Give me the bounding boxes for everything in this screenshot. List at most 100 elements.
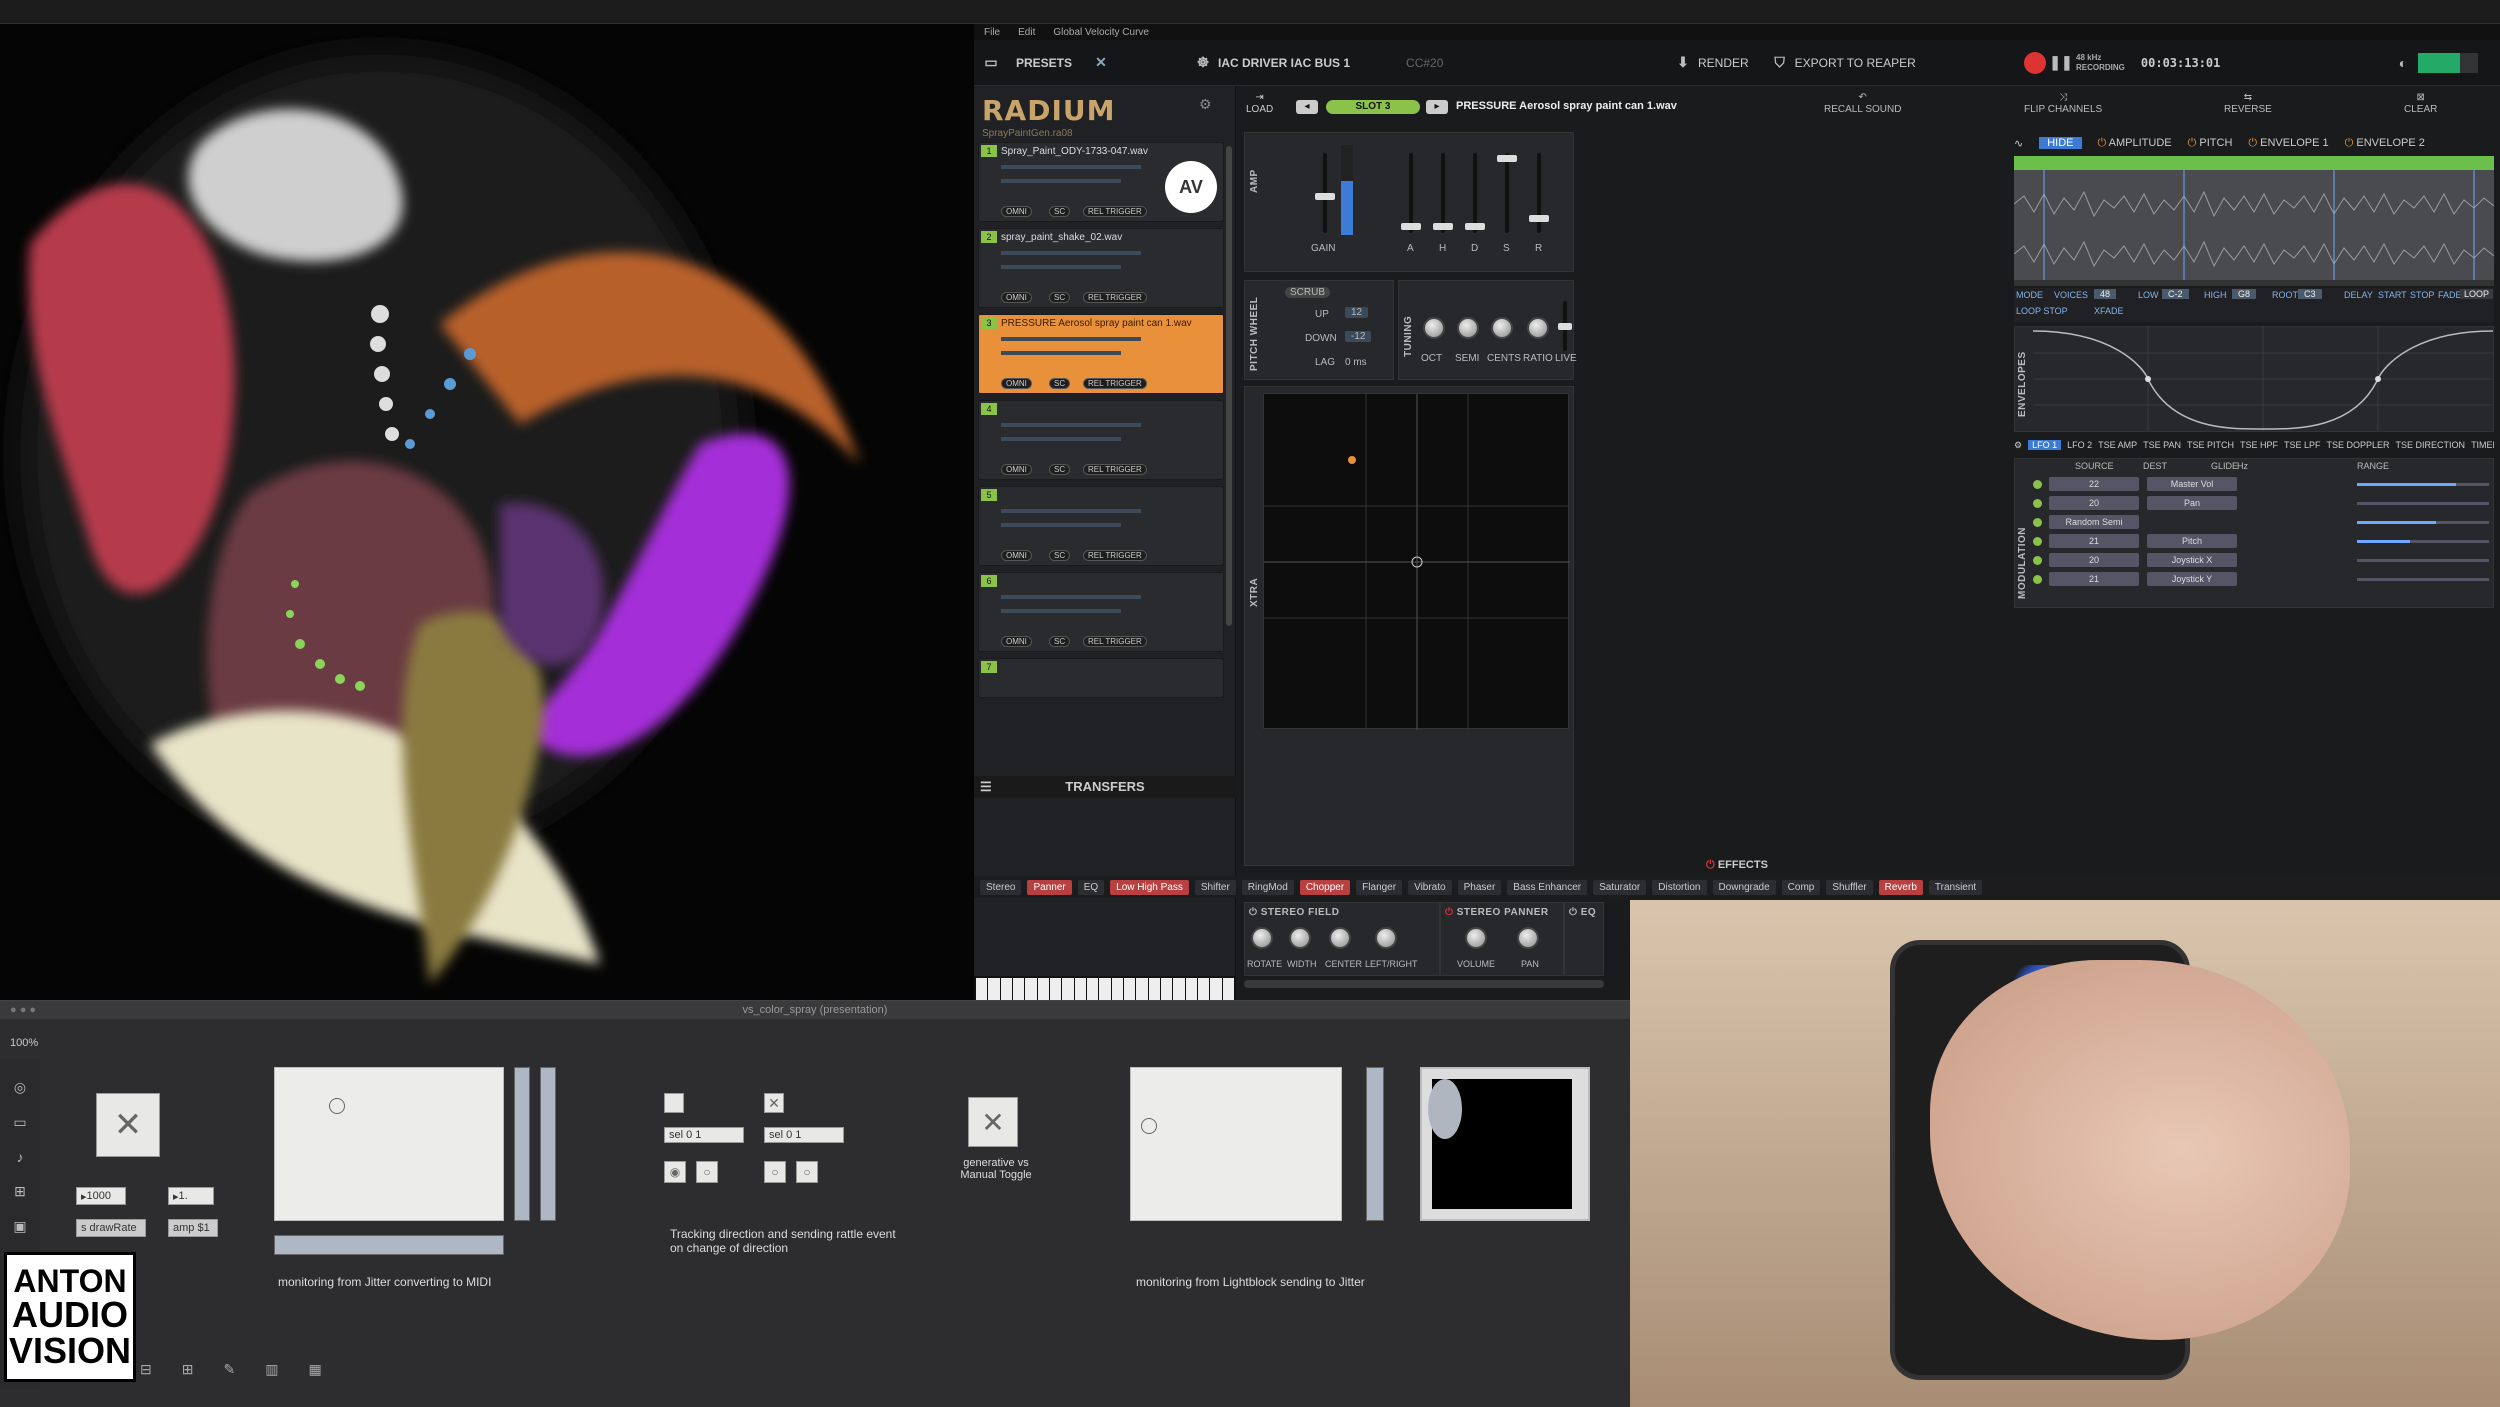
slot-slider[interactable] [1001, 423, 1141, 427]
number-box-1[interactable]: ▸ 1000 [76, 1187, 126, 1205]
omni-chip[interactable]: OMNI [1001, 636, 1032, 647]
lfo-settings-icon[interactable]: ⚙ [2014, 440, 2022, 451]
fx-panner[interactable]: Panner [1027, 879, 1072, 895]
mod-source[interactable]: Random Semi [2049, 515, 2139, 529]
mod-dest[interactable]: Master Vol [2147, 477, 2237, 491]
trigger-chip[interactable]: REL TRIGGER [1083, 206, 1147, 217]
slot-1[interactable]: 1 Spray_Paint_ODY-1733-047.wav OMNI SC R… [978, 142, 1224, 222]
xy-pad[interactable] [1263, 393, 1570, 730]
wrench-icon[interactable]: ✎ [223, 1361, 235, 1378]
slot-slider[interactable] [1001, 337, 1141, 341]
slot-slider[interactable] [1001, 509, 1141, 513]
tab-envelope-2[interactable]: ⏻ ENVELOPE 2 [2345, 137, 2425, 150]
next-slot-button[interactable]: ▸ [1426, 100, 1448, 114]
flip-channels-button[interactable]: ⤨ FLIP CHANNELS [2024, 92, 2102, 116]
attack-fader[interactable] [1401, 153, 1421, 233]
tab-tse-amp[interactable]: TSE AMP [2098, 440, 2137, 450]
render-icon[interactable]: ⬇ [1674, 54, 1692, 72]
record-button[interactable] [2024, 51, 2046, 74]
menu-edit[interactable]: Edit [1018, 27, 1035, 38]
pw-down-input[interactable]: -12 [1345, 331, 1372, 342]
tab-amplitude[interactable]: ⏻ AMPLITUDE [2098, 137, 2172, 150]
voices-input[interactable]: 48 [2094, 289, 2117, 299]
omni-chip[interactable]: OMNI [1001, 550, 1032, 561]
slot-slider[interactable] [1001, 595, 1141, 599]
window-controls[interactable]: ● ● ● [10, 1001, 36, 1019]
mod-range-slider[interactable] [2357, 559, 2489, 562]
fx-eq[interactable]: EQ [1077, 879, 1105, 895]
clear-button[interactable]: ⊠ CLEAR [2404, 92, 2437, 116]
prev-slot-button[interactable]: ◂ [1296, 100, 1318, 114]
hold-fader[interactable] [1433, 153, 1453, 233]
trigger-chip[interactable]: REL TRIGGER [1083, 636, 1147, 647]
recall-sound-button[interactable]: ↶ RECALL SOUND [1824, 92, 1901, 116]
fx-shifter[interactable]: Shifter [1194, 879, 1236, 895]
slot-2[interactable]: 2 spray_paint_shake_02.wav OMNI SC REL T… [978, 228, 1224, 308]
mod-range-slider[interactable] [2357, 578, 2489, 581]
tab-tse-hpf[interactable]: TSE HPF [2240, 440, 2278, 450]
pan-knob[interactable] [1517, 927, 1539, 949]
patcher-image-icon[interactable]: ▣ [13, 1218, 26, 1235]
live-fader[interactable] [1558, 301, 1572, 351]
sc-chip[interactable]: SC [1049, 464, 1071, 475]
slot-4[interactable]: 4 OMNI SC REL TRIGGER [978, 400, 1224, 480]
load-button[interactable]: ⇥ LOAD [1246, 92, 1273, 116]
tab-tse-doppler[interactable]: TSE DOPPLER [2327, 440, 2390, 450]
browser-scrollbar[interactable] [1226, 146, 1232, 626]
omni-chip[interactable]: OMNI [1001, 464, 1032, 475]
fx-downgrade[interactable]: Downgrade [1712, 879, 1776, 895]
scrub-toggle[interactable]: SCRUB [1285, 287, 1331, 298]
envelope-curve[interactable] [2033, 327, 2493, 431]
tab-tse-lpf[interactable]: TSE LPF [2284, 440, 2321, 450]
lightblock-monitor[interactable] [1130, 1067, 1342, 1221]
sel-object-1[interactable]: sel 0 1 [664, 1127, 744, 1143]
fx-low-high-pass[interactable]: Low High Pass [1110, 879, 1189, 895]
fx-comp[interactable]: Comp [1781, 879, 1821, 895]
bang-2[interactable]: ○ [696, 1161, 718, 1183]
toggle-small-2[interactable]: ✕ [764, 1093, 784, 1113]
tab-envelope-1[interactable]: ⏻ ENVELOPE 1 [2248, 137, 2328, 150]
slot-6[interactable]: 6 OMNI SC REL TRIGGER [978, 572, 1224, 652]
shuffle-cross-icon[interactable]: ✕ [1092, 54, 1110, 72]
export-reaper-button[interactable]: EXPORT TO REAPER [1795, 56, 1916, 70]
fx-shuffler[interactable]: Shuffler [1826, 879, 1873, 895]
left-right-knob[interactable] [1375, 927, 1397, 949]
fx-stereo[interactable]: Stereo [980, 879, 1022, 895]
mod-dest[interactable]: Pan [2147, 496, 2237, 510]
bang-4[interactable]: ○ [796, 1161, 818, 1183]
mod-row-led[interactable] [2033, 499, 2042, 508]
horizontal-slider[interactable] [274, 1235, 504, 1255]
render-button[interactable]: RENDER [1698, 56, 1749, 70]
waveform-scrollbar[interactable] [2014, 280, 2494, 286]
decay-fader[interactable] [1465, 153, 1485, 233]
sustain-fader[interactable] [1497, 153, 1517, 233]
pw-up-input[interactable]: 12 [1345, 307, 1369, 318]
mod-row-led[interactable] [2033, 518, 2042, 527]
jitter-monitor-1[interactable] [274, 1067, 504, 1221]
fx-bass-enhancer[interactable]: Bass Enhancer [1507, 879, 1588, 895]
fx-distortion[interactable]: Distortion [1652, 879, 1707, 895]
waveform-view[interactable] [2014, 156, 2494, 286]
mod-source[interactable]: 21 [2049, 572, 2139, 586]
slot-slider[interactable] [1001, 165, 1141, 169]
message-drawrate[interactable]: s drawRate [76, 1219, 146, 1237]
slider-1[interactable] [514, 1067, 530, 1221]
fx-saturator[interactable]: Saturator [1593, 879, 1647, 895]
mod-source[interactable]: 20 [2049, 553, 2139, 567]
tab-hide[interactable]: HIDE [2039, 137, 2082, 149]
fx-ringmod[interactable]: RingMod [1241, 879, 1294, 895]
sc-chip[interactable]: SC [1049, 636, 1071, 647]
zoom-select[interactable]: 100% [10, 1037, 38, 1049]
mod-range-slider[interactable] [2357, 502, 2489, 505]
menu-file[interactable]: File [984, 27, 1000, 38]
mod-row-led[interactable] [2033, 537, 2042, 546]
release-fader[interactable] [1529, 153, 1549, 233]
generative-manual-toggle[interactable]: ✕ [968, 1097, 1018, 1147]
sel-object-2[interactable]: sel 0 1 [764, 1127, 844, 1143]
slot-slider[interactable] [1001, 251, 1141, 255]
mod-source[interactable]: 21 [2049, 534, 2139, 548]
fx-vibrato[interactable]: Vibrato [1408, 879, 1452, 895]
mod-dest[interactable] [2147, 515, 2237, 529]
lock-icon[interactable]: ⊟ [140, 1361, 152, 1378]
transfers-header[interactable]: ☰ TRANSFERS [974, 776, 1236, 798]
